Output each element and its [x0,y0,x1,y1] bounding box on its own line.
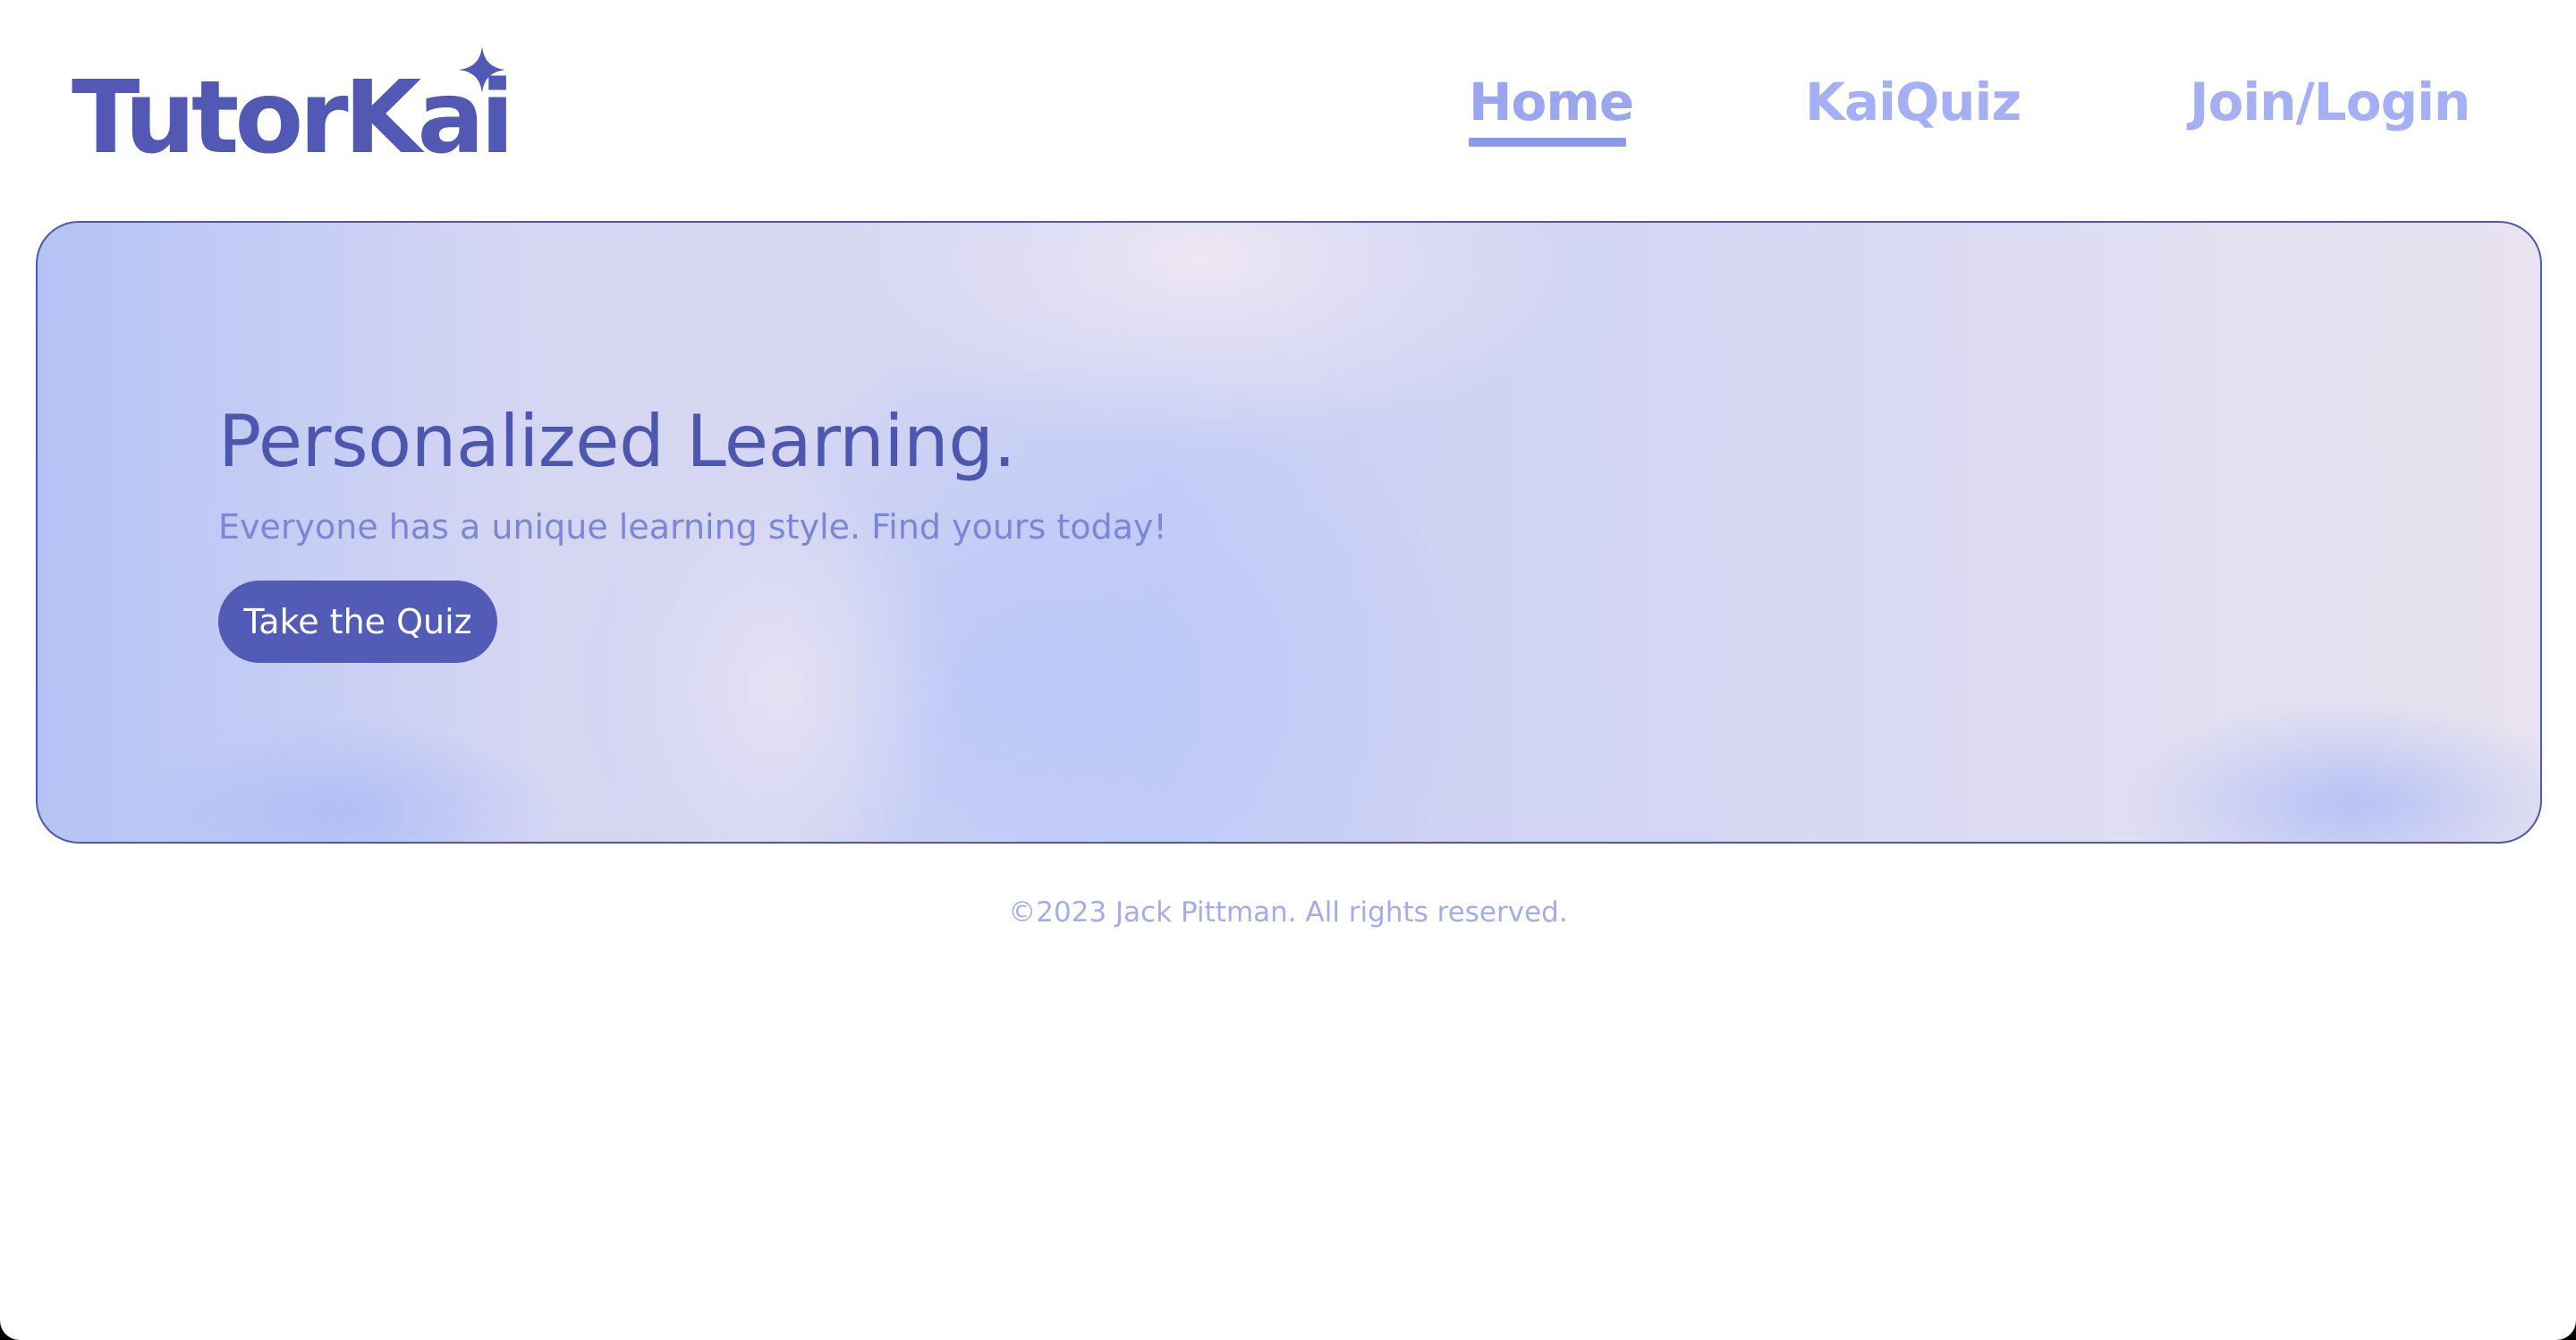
nav-item-join-login[interactable]: Join/Login [2190,72,2470,132]
nav-active-indicator [1469,138,1626,147]
nav-item-home[interactable]: Home [1469,72,1634,132]
hero-title: Personalized Learning. [218,400,1016,483]
main-nav: Home KaiQuiz Join/Login [0,63,2576,161]
hero-subtitle: Everyone has a unique learning style. Fi… [218,507,1167,547]
hero-card: Personalized Learning. Everyone has a un… [36,221,2542,844]
nav-item-kaiquiz[interactable]: KaiQuiz [1805,72,2021,132]
take-quiz-button[interactable]: Take the Quiz [218,581,497,663]
page: TutorKai Home KaiQuiz Join/Login Persona… [0,0,2576,1340]
footer-copyright: ©2023 Jack Pittman. All rights reserved. [1008,896,1568,929]
